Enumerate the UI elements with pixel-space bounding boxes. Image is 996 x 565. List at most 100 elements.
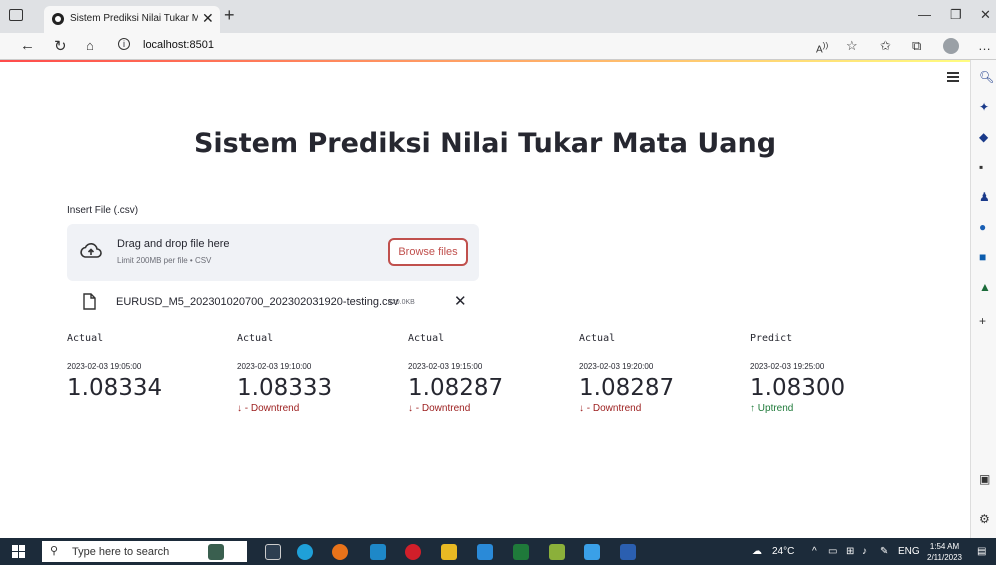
metric-label: Predict bbox=[750, 333, 793, 344]
metric-timestamp: 2023-02-03 19:20:00 bbox=[579, 362, 654, 371]
metric-value: 1.08300 bbox=[750, 375, 846, 401]
windows-taskbar: ⚲ Type here to search ☁ 24°C ^ ▭ ⊞ ♪ ✎ E… bbox=[0, 538, 996, 565]
search-highlight-icon[interactable] bbox=[208, 544, 224, 560]
favorite-add-icon[interactable]: ☆ bbox=[846, 38, 858, 54]
discover-icon[interactable]: ✦ bbox=[979, 100, 989, 114]
pen-icon[interactable]: ✎ bbox=[880, 546, 888, 557]
add-sidebar-icon[interactable]: + bbox=[979, 314, 986, 328]
metric-delta: ↑ Uptrend bbox=[750, 403, 920, 414]
anaconda-app-icon[interactable] bbox=[549, 544, 565, 560]
weather-icon[interactable]: ☁ bbox=[752, 546, 762, 557]
office-icon[interactable]: ● bbox=[979, 220, 986, 234]
url-field[interactable]: localhost:8501 bbox=[143, 39, 214, 51]
window-close-icon[interactable]: ✕ bbox=[980, 7, 991, 23]
remove-file-icon[interactable]: ✕ bbox=[454, 292, 467, 310]
metric-timestamp: 2023-02-03 19:25:00 bbox=[750, 362, 825, 371]
metric-delta: ↓ - Downtrend bbox=[579, 403, 749, 414]
outlook-icon[interactable]: ■ bbox=[979, 250, 986, 264]
streamlit-decoration-bar bbox=[0, 60, 970, 62]
file-explorer-icon[interactable] bbox=[441, 544, 457, 560]
collections-icon[interactable]: ⧉ bbox=[912, 38, 921, 54]
metric-delta: ↓ - Downtrend bbox=[408, 403, 578, 414]
close-tab-icon[interactable]: ✕ bbox=[202, 10, 214, 27]
metric-card: Actual 2023-02-03 19:10:00 1.08333 ↓ - D… bbox=[237, 333, 407, 414]
browser-tab[interactable]: Sistem Prediksi Nilai Tukar Mata ✕ bbox=[44, 6, 220, 33]
hide-sidebar-icon[interactable]: ▣ bbox=[979, 472, 990, 486]
network-icon[interactable]: ⊞ bbox=[846, 546, 854, 557]
tab-title: Sistem Prediksi Nilai Tukar Mata bbox=[70, 13, 198, 24]
uploader-label: Insert File (.csv) bbox=[67, 205, 139, 216]
streamlit-favicon-icon bbox=[52, 13, 64, 25]
home-icon[interactable]: ⌂ bbox=[86, 38, 94, 53]
vscode-app-icon[interactable] bbox=[477, 544, 493, 560]
edge-sidebar: 🔍︎ ✦ ◆ ▪ ♟ ● ■ ▲ + ▣ ⚙ bbox=[970, 60, 996, 538]
restore-icon[interactable]: ❐ bbox=[950, 7, 962, 23]
arrow-down-icon: ↓ bbox=[237, 403, 242, 414]
word-app-icon[interactable] bbox=[620, 544, 636, 560]
file-icon bbox=[83, 293, 96, 310]
refresh-icon[interactable]: ↻ bbox=[54, 37, 67, 55]
new-tab-icon[interactable]: + bbox=[224, 5, 235, 26]
tray-chevron-icon[interactable]: ^ bbox=[812, 546, 817, 557]
volume-icon[interactable]: ♪ bbox=[862, 546, 867, 557]
metric-card: Predict 2023-02-03 19:25:00 1.08300 ↑ Up… bbox=[750, 333, 920, 414]
browser-tab-bar: Sistem Prediksi Nilai Tukar Mata ✕ + — ❐… bbox=[0, 0, 996, 33]
notifications-icon[interactable]: ▤ bbox=[977, 546, 986, 557]
games-icon[interactable]: ♟ bbox=[979, 190, 990, 204]
excel-app-icon[interactable] bbox=[513, 544, 529, 560]
metric-delta-text: Uptrend bbox=[757, 403, 794, 414]
metric-delta-text: - Downtrend bbox=[244, 403, 300, 414]
weather-temp[interactable]: 24°C bbox=[772, 546, 794, 557]
metric-timestamp: 2023-02-03 19:10:00 bbox=[237, 362, 312, 371]
windows-start-icon[interactable] bbox=[12, 545, 25, 558]
drop-icon[interactable]: ▲ bbox=[979, 280, 991, 294]
metric-delta-text: - Downtrend bbox=[586, 403, 642, 414]
metric-value: 1.08334 bbox=[67, 375, 163, 401]
back-icon[interactable]: ← bbox=[20, 37, 35, 54]
tab-actions-icon[interactable] bbox=[9, 9, 23, 21]
metric-label: Actual bbox=[67, 333, 104, 344]
clock-time: 1:54 AM bbox=[929, 542, 960, 551]
metric-card: Actual 2023-02-03 19:15:00 1.08287 ↓ - D… bbox=[408, 333, 578, 414]
metric-label: Actual bbox=[579, 333, 616, 344]
search-icon: ⚲ bbox=[50, 545, 59, 557]
metric-value: 1.08287 bbox=[408, 375, 504, 401]
metric-delta-text: - Downtrend bbox=[415, 403, 471, 414]
metric-card: Actual 2023-02-03 19:05:00 1.08334 bbox=[67, 333, 237, 401]
metric-timestamp: 2023-02-03 19:05:00 bbox=[67, 362, 142, 371]
task-view-icon[interactable] bbox=[265, 544, 281, 560]
clock-date: 2/11/2023 bbox=[927, 553, 962, 562]
taskbar-clock[interactable]: 1:54 AM 2/11/2023 bbox=[927, 541, 962, 563]
metric-timestamp: 2023-02-03 19:15:00 bbox=[408, 362, 483, 371]
address-bar: ← ↻ ⌂ i localhost:8501 A)) ☆ ✩ ⧉ … bbox=[0, 33, 996, 60]
dropzone-limit: Limit 200MB per file • CSV bbox=[117, 256, 212, 265]
arrow-up-icon: ↑ bbox=[750, 403, 755, 414]
favorites-icon[interactable]: ✩ bbox=[880, 38, 891, 54]
page-title: Sistem Prediksi Nilai Tukar Mata Uang bbox=[193, 128, 777, 159]
metric-value: 1.08333 bbox=[237, 375, 333, 401]
cloud-upload-icon bbox=[80, 243, 102, 258]
read-aloud-icon[interactable]: A)) bbox=[816, 40, 828, 55]
sidebar-settings-icon[interactable]: ⚙ bbox=[979, 512, 990, 526]
main-menu-icon[interactable] bbox=[947, 72, 959, 84]
profile-avatar[interactable] bbox=[943, 38, 959, 54]
firefox-app-icon[interactable] bbox=[332, 544, 348, 560]
file-dropzone[interactable]: Drag and drop file here Limit 200MB per … bbox=[67, 224, 479, 281]
metric-label: Actual bbox=[408, 333, 445, 344]
browse-files-button[interactable]: Browse files bbox=[388, 238, 468, 266]
arrow-down-icon: ↓ bbox=[579, 403, 584, 414]
opera-app-icon[interactable] bbox=[405, 544, 421, 560]
tools-icon[interactable]: ▪ bbox=[979, 160, 983, 174]
taskbar-search-placeholder: Type here to search bbox=[72, 546, 170, 558]
shopping-icon[interactable]: ◆ bbox=[979, 130, 988, 144]
language-indicator[interactable]: ENG bbox=[898, 546, 920, 557]
search-icon[interactable]: 🔍︎ bbox=[979, 70, 994, 84]
edge-app-icon[interactable] bbox=[297, 544, 313, 560]
more-icon[interactable]: … bbox=[978, 38, 991, 53]
battery-icon[interactable]: ▭ bbox=[828, 546, 837, 557]
mail-app-icon[interactable] bbox=[370, 544, 386, 560]
site-info-icon[interactable]: i bbox=[118, 38, 130, 50]
minimize-icon[interactable]: — bbox=[918, 7, 931, 22]
photos-app-icon[interactable] bbox=[584, 544, 600, 560]
metric-value: 1.08287 bbox=[579, 375, 675, 401]
